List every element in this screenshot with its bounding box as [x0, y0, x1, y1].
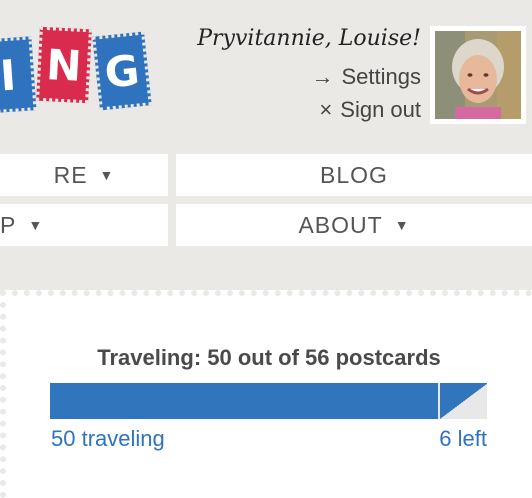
- logo-stamp-g: G: [92, 31, 152, 111]
- left-count[interactable]: 6 left: [439, 426, 487, 452]
- avatar[interactable]: [430, 26, 526, 124]
- nav-blog[interactable]: BLOG: [176, 154, 532, 196]
- logo-stamp-n: N: [36, 26, 92, 104]
- greeting: Pryvitannie, Louise!: [197, 26, 421, 51]
- nav-explore[interactable]: RE ▼: [0, 154, 168, 196]
- nav-explore-label: RE: [53, 161, 88, 188]
- sign-out-link[interactable]: × Sign out: [319, 97, 421, 123]
- nav-about[interactable]: ABOUT ▼: [176, 204, 532, 246]
- settings-label: Settings: [341, 64, 422, 89]
- chevron-down-icon: ▼: [28, 217, 44, 233]
- progress-fill: [50, 383, 438, 419]
- progress-fill-edge: [438, 383, 487, 419]
- nav-blog-label: BLOG: [320, 161, 388, 188]
- traveling-panel: Traveling: 50 out of 56 postcards 50 tra…: [0, 290, 532, 498]
- chevron-down-icon: ▼: [394, 217, 410, 233]
- close-icon: ×: [319, 97, 333, 122]
- user-photo-icon: [435, 31, 521, 119]
- chevron-down-icon: ▼: [99, 167, 115, 183]
- traveling-progress-bar: [50, 383, 487, 419]
- traveling-title: Traveling: 50 out of 56 postcards: [97, 345, 441, 370]
- sign-out-label: Sign out: [340, 97, 421, 122]
- arrow-right-icon: →: [311, 64, 334, 89]
- logo-stamp-i: I: [0, 36, 37, 114]
- settings-link[interactable]: → Settings: [312, 64, 422, 90]
- nav-app[interactable]: P ▼: [0, 204, 168, 246]
- nav-about-label: ABOUT: [298, 211, 383, 238]
- nav-app-label: P: [0, 211, 17, 238]
- traveling-count[interactable]: 50 traveling: [51, 426, 165, 452]
